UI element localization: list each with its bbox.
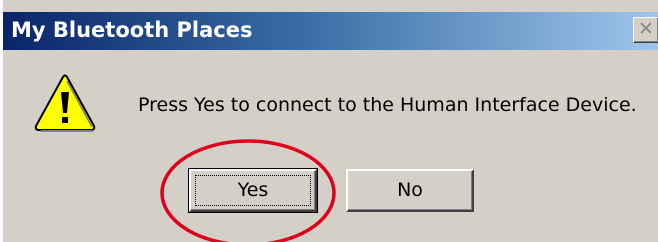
title-bar[interactable]: My Bluetooth Places ✕ <box>3 12 658 50</box>
message-dialog: My Bluetooth Places ✕ Press Yes to conne… <box>2 0 658 242</box>
dialog-title: My Bluetooth Places <box>11 18 253 42</box>
no-button[interactable]: No <box>346 169 474 212</box>
yes-button-label: Yes <box>237 179 269 201</box>
yes-button[interactable]: Yes <box>188 168 318 213</box>
screenshot-frame: My Bluetooth Places ✕ Press Yes to conne… <box>0 0 658 242</box>
close-icon: ✕ <box>638 18 654 40</box>
warning-icon <box>34 74 96 132</box>
dialog-message: Press Yes to connect to the Human Interf… <box>138 94 637 116</box>
no-button-label: No <box>397 179 423 201</box>
close-button[interactable]: ✕ <box>633 17 658 43</box>
